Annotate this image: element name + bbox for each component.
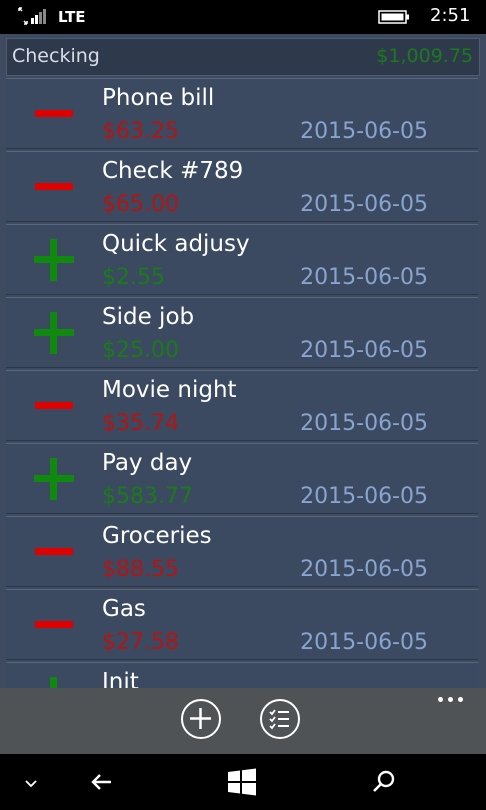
transaction-title: Movie night bbox=[102, 377, 237, 403]
transaction-row[interactable]: Movie night $35.74 2015-06-05 bbox=[6, 370, 478, 441]
minus-icon bbox=[33, 93, 75, 135]
transaction-date: 2015-06-05 bbox=[300, 119, 428, 144]
minus-icon bbox=[33, 166, 75, 208]
transaction-date: 2015-06-05 bbox=[300, 411, 428, 436]
transaction-date: 2015-06-05 bbox=[300, 192, 428, 217]
transaction-title: Gas bbox=[102, 596, 146, 622]
transaction-title: Pay day bbox=[102, 450, 193, 476]
transaction-amount: $27.58 bbox=[102, 630, 179, 655]
transaction-row[interactable]: Side job $25.00 2015-06-05 bbox=[6, 297, 478, 368]
status-bar: LTE 2:51 bbox=[0, 0, 486, 34]
plus-icon bbox=[33, 677, 75, 688]
network-type: LTE bbox=[58, 8, 86, 26]
transaction-amount: $88.55 bbox=[102, 557, 179, 582]
account-balance: $1,009.75 bbox=[376, 45, 473, 67]
transaction-date: 2015-06-05 bbox=[300, 484, 428, 509]
signal-strength-icon bbox=[18, 7, 46, 25]
navigation-bar bbox=[0, 754, 486, 810]
battery-icon bbox=[378, 10, 409, 24]
transaction-row[interactable]: Check #789 $65.00 2015-06-05 bbox=[6, 151, 478, 222]
clock: 2:51 bbox=[430, 5, 471, 26]
transaction-title: Side job bbox=[102, 304, 195, 330]
transaction-title: Check #789 bbox=[102, 158, 244, 184]
windows-logo-icon[interactable] bbox=[226, 766, 258, 798]
ellipsis-icon[interactable] bbox=[436, 692, 466, 706]
minus-icon bbox=[33, 385, 75, 427]
transaction-amount: $2.55 bbox=[102, 265, 165, 290]
chevron-down-icon[interactable] bbox=[15, 766, 47, 798]
transaction-row[interactable]: Phone bill $63.25 2015-06-05 bbox=[6, 78, 478, 149]
add-circle-icon[interactable] bbox=[181, 699, 221, 739]
transaction-row[interactable]: Init bbox=[6, 662, 478, 688]
transaction-amount: $583.77 bbox=[102, 484, 193, 509]
account-header[interactable]: Checking $1,009.75 bbox=[6, 38, 480, 76]
minus-icon bbox=[33, 531, 75, 573]
transaction-row[interactable]: Gas $27.58 2015-06-05 bbox=[6, 589, 478, 660]
plus-icon bbox=[33, 312, 75, 354]
transaction-title: Quick adjusy bbox=[102, 231, 250, 257]
plus-icon bbox=[33, 458, 75, 500]
transaction-row[interactable]: Quick adjusy $2.55 2015-06-05 bbox=[6, 224, 478, 295]
transaction-amount: $65.00 bbox=[102, 192, 179, 217]
transaction-title: Init bbox=[102, 669, 139, 688]
transaction-date: 2015-06-05 bbox=[300, 338, 428, 363]
transaction-row[interactable]: Pay day $583.77 2015-06-05 bbox=[6, 443, 478, 514]
transaction-date: 2015-06-05 bbox=[300, 265, 428, 290]
transaction-amount: $25.00 bbox=[102, 338, 179, 363]
transaction-title: Groceries bbox=[102, 523, 212, 549]
transaction-date: 2015-06-05 bbox=[300, 630, 428, 655]
transaction-amount: $35.74 bbox=[102, 411, 179, 436]
transaction-list[interactable]: Phone bill $63.25 2015-06-05 Check #789 … bbox=[6, 78, 478, 688]
minus-icon bbox=[33, 604, 75, 646]
plus-icon bbox=[33, 239, 75, 281]
transaction-date: 2015-06-05 bbox=[300, 557, 428, 582]
account-name: Checking bbox=[12, 45, 100, 67]
transaction-amount: $63.25 bbox=[102, 119, 179, 144]
transaction-row[interactable]: Groceries $88.55 2015-06-05 bbox=[6, 516, 478, 587]
app-bar bbox=[0, 688, 486, 754]
checklist-icon[interactable] bbox=[260, 699, 300, 739]
back-arrow-icon[interactable] bbox=[85, 766, 117, 798]
search-icon[interactable] bbox=[368, 766, 400, 798]
transaction-title: Phone bill bbox=[102, 85, 215, 111]
